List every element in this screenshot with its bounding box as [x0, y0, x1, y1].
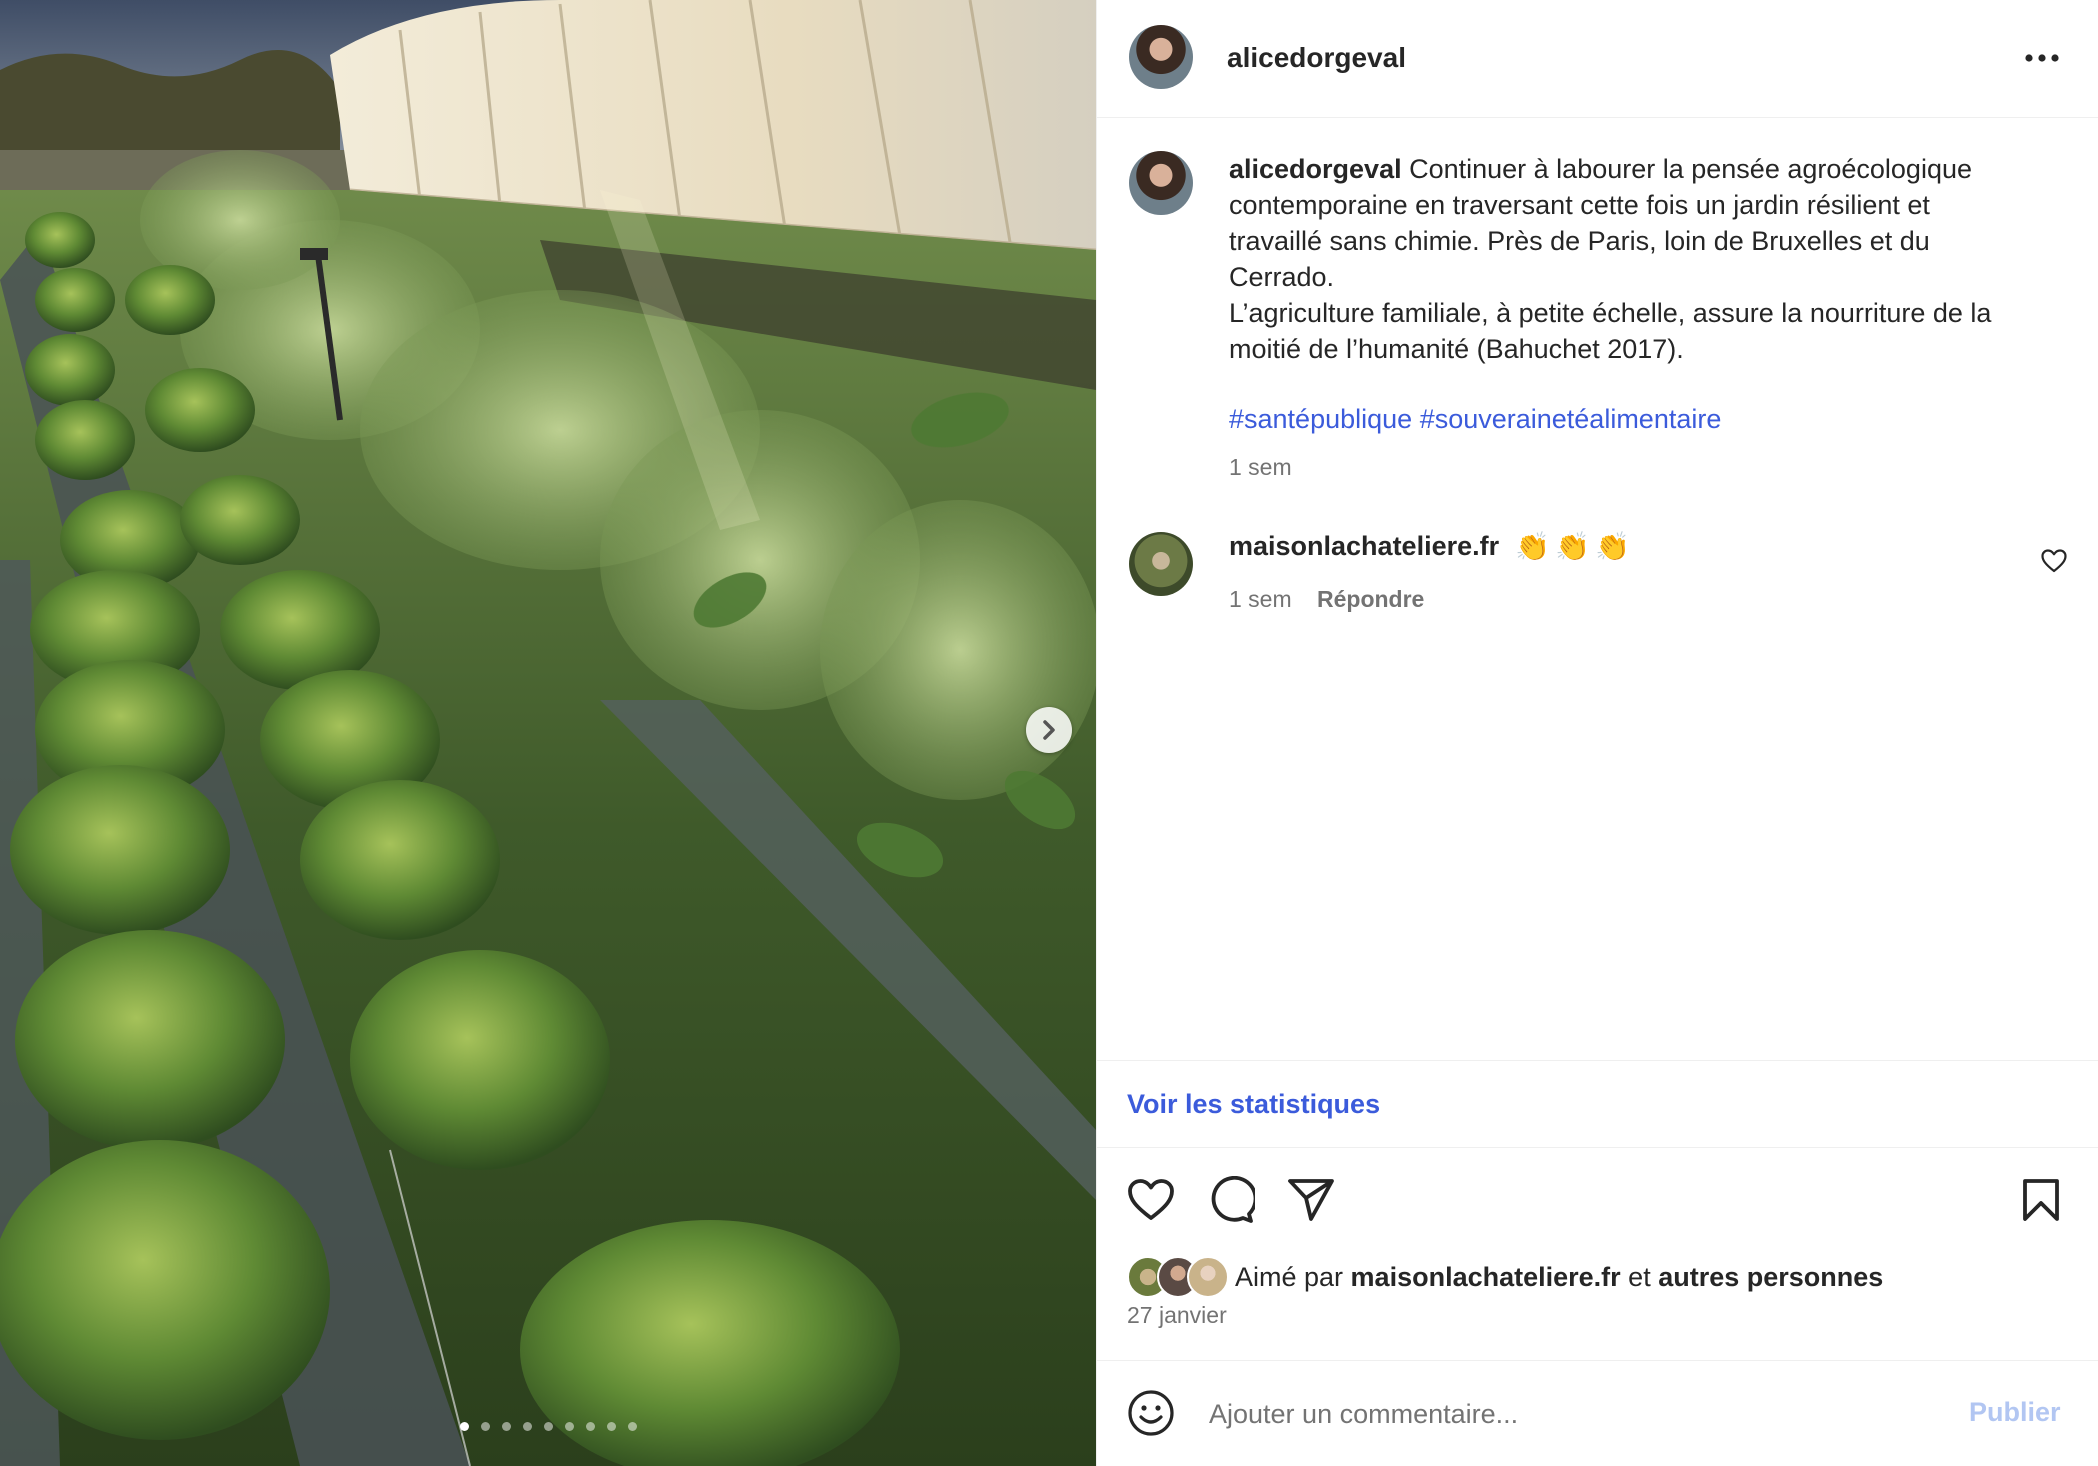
post-header: alicedorgeval	[1097, 0, 2098, 118]
bookmark-icon	[2023, 1179, 2059, 1221]
likes-middle: et	[1620, 1262, 1659, 1292]
post-photo[interactable]	[0, 0, 1096, 1466]
caption-text-2: L’agriculture familiale, à petite échell…	[1229, 298, 1992, 364]
carousel-dot	[607, 1422, 616, 1431]
likes-prefix: Aimé par	[1235, 1262, 1351, 1292]
next-photo-button[interactable]	[1026, 707, 1072, 753]
more-options-button[interactable]	[2017, 40, 2067, 76]
instagram-post: alicedorgeval alicedorgeval Continuer à …	[0, 0, 2098, 1466]
comment-username[interactable]: maisonlachateliere.fr	[1229, 531, 1499, 562]
caption-avatar[interactable]	[1129, 151, 1193, 215]
likes-text: Aimé par maisonlachateliere.fr et autres…	[1235, 1262, 1883, 1293]
liker-avatar	[1187, 1256, 1229, 1298]
carousel-dot	[586, 1422, 595, 1431]
statistics-bar: Voir les statistiques	[1097, 1060, 2098, 1148]
clap-emoji: 👏	[1595, 531, 1630, 562]
carousel-dot	[460, 1422, 469, 1431]
save-button[interactable]	[2011, 1170, 2071, 1230]
commenter-avatar[interactable]	[1129, 532, 1193, 596]
carousel-dots	[460, 1422, 637, 1431]
publish-button[interactable]: Publier	[1969, 1397, 2061, 1428]
hashtag-link[interactable]: #santépublique	[1229, 404, 1412, 434]
comment-time: 1 sem	[1229, 586, 1292, 612]
carousel-dot	[544, 1422, 553, 1431]
emoji-button[interactable]	[1127, 1389, 1175, 1442]
comment-button[interactable]	[1201, 1170, 1261, 1230]
carousel-dot	[523, 1422, 532, 1431]
caption-time: 1 sem	[1229, 454, 1292, 480]
more-icon	[2025, 54, 2059, 62]
clap-emoji: 👏	[1515, 531, 1550, 562]
carousel-dot	[502, 1422, 511, 1431]
share-button[interactable]	[1281, 1170, 1341, 1230]
other-likers-link[interactable]: autres personnes	[1658, 1262, 1883, 1292]
caption-username[interactable]: alicedorgeval	[1229, 154, 1402, 184]
carousel-dot	[628, 1422, 637, 1431]
author-username[interactable]: alicedorgeval	[1227, 42, 1406, 74]
post-date: 27 janvier	[1127, 1302, 1227, 1328]
liker-username[interactable]: maisonlachateliere.fr	[1351, 1262, 1621, 1292]
caption-hashtags: #santépublique #souverainetéalimentaire	[1229, 404, 1721, 435]
smiley-icon	[1128, 1390, 1174, 1436]
reply-button[interactable]: Répondre	[1317, 586, 1424, 613]
chevron-right-icon	[1043, 720, 1055, 740]
liker-avatars[interactable]	[1127, 1256, 1237, 1298]
likes-summary: Aimé par maisonlachateliere.fr et autres…	[1127, 1254, 2067, 1298]
author-avatar[interactable]	[1129, 25, 1193, 89]
post-actions	[1097, 1170, 2098, 1240]
hashtag-link[interactable]: #souverainetéalimentaire	[1420, 404, 1722, 434]
post-caption: alicedorgeval Continuer à labourer la pe…	[1229, 151, 2029, 367]
carousel-dot	[481, 1422, 490, 1431]
like-button[interactable]	[1121, 1170, 1181, 1230]
send-icon	[1288, 1179, 1334, 1221]
heart-icon	[1128, 1179, 1174, 1220]
view-statistics-link[interactable]: Voir les statistiques	[1127, 1089, 1380, 1120]
clap-emoji: 👏	[1555, 531, 1590, 562]
heart-icon	[2041, 549, 2067, 573]
comment-composer: Publier	[1097, 1360, 2098, 1466]
comment-like-button[interactable]	[2041, 549, 2067, 578]
carousel-dot	[565, 1422, 574, 1431]
garden-photo	[0, 0, 1096, 1466]
comment-input[interactable]	[1207, 1391, 1931, 1437]
comment-icon	[1211, 1176, 1255, 1223]
post-side-panel: alicedorgeval alicedorgeval Continuer à …	[1096, 0, 2098, 1466]
